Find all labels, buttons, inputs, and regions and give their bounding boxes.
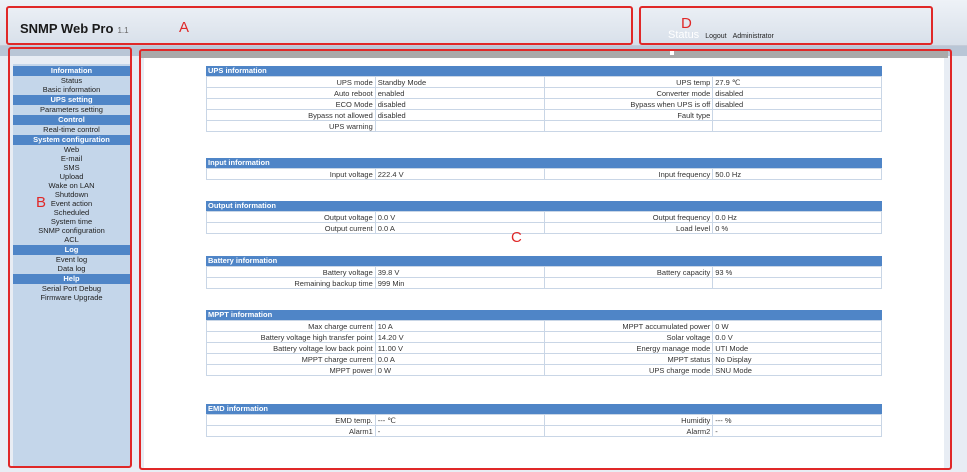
- annotation-box-b: [8, 47, 132, 468]
- annotation-label-d: D: [681, 15, 692, 32]
- annotation-label-b: B: [36, 194, 47, 211]
- annotation-label-a: A: [179, 19, 190, 36]
- annotation-label-c: C: [511, 229, 522, 246]
- annotation-box-c: [139, 49, 952, 470]
- annotation-box-a: [6, 6, 633, 45]
